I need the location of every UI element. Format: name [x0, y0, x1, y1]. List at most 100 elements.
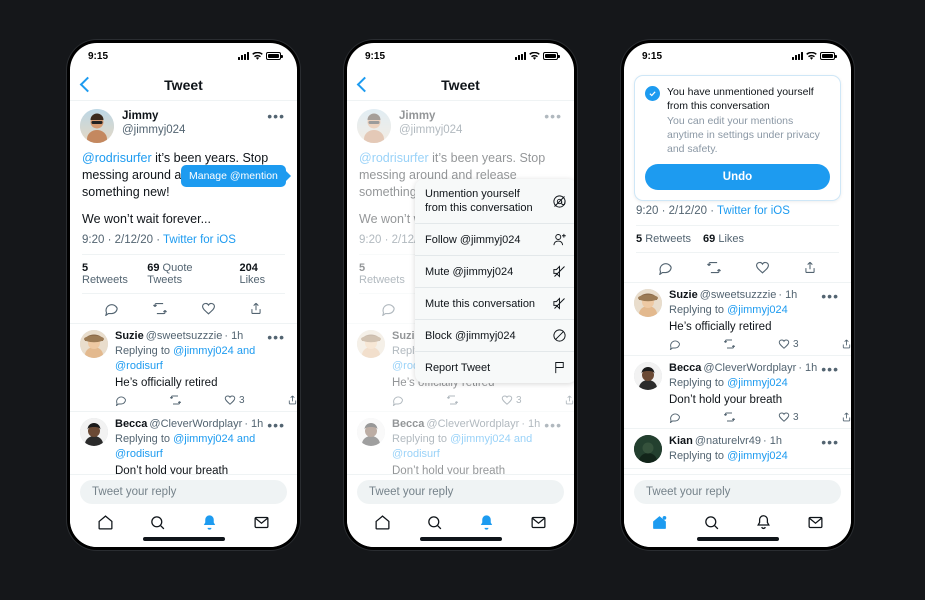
tweet-meta: 9:20 · 2/12/20 · Twitter for iOS	[82, 234, 236, 246]
avatar[interactable]	[80, 109, 114, 143]
undo-button[interactable]: Undo	[645, 164, 830, 190]
reply-input[interactable]: Tweet your reply	[634, 480, 841, 504]
reply-text: He’s officially retired	[115, 377, 218, 389]
unmention-confirmation-toast: You have unmentioned yourself from this …	[634, 75, 841, 201]
stat-retweets[interactable]: 5 Retweets	[82, 262, 135, 286]
share-icon[interactable]	[803, 260, 817, 275]
tweet-source[interactable]: Twitter for iOS	[717, 205, 790, 217]
author-handle: @jimmyj024	[122, 124, 186, 136]
avatar[interactable]	[634, 289, 662, 317]
reply-icon[interactable]	[669, 411, 681, 423]
avatar[interactable]	[634, 435, 662, 463]
like-icon[interactable]: 3	[778, 338, 799, 350]
tweet-stats: 5 Retweets 69 Quote Tweets 204 Likes	[82, 254, 285, 294]
reply-icon[interactable]	[658, 260, 673, 275]
reply-input[interactable]: Tweet your reply	[80, 480, 287, 504]
messages-envelope-icon[interactable]	[253, 514, 270, 531]
tweet-detail-scroll[interactable]: Manage @mention Jimmy @jimmyj024 ••• @ro…	[70, 101, 297, 474]
reply-composer[interactable]: Tweet your reply	[347, 474, 574, 508]
retweet-icon[interactable]	[152, 301, 168, 316]
list-item[interactable]: Suzie @sweetsuzzzie · 1h ••• Replying to…	[70, 324, 297, 412]
retweet-icon[interactable]	[723, 338, 736, 350]
avatar[interactable]	[80, 330, 108, 358]
reply-icon[interactable]	[669, 338, 681, 350]
home-indicator	[347, 533, 574, 547]
menu-item-follow[interactable]: Follow @jimmyj024	[415, 224, 574, 256]
toast-content: You have unmentioned yourself from this …	[645, 85, 830, 156]
stat-likes[interactable]: 204 Likes	[239, 262, 285, 286]
notifications-bell-icon[interactable]	[478, 514, 495, 531]
reply-overflow-menu-button[interactable]: •••	[819, 289, 841, 303]
share-icon[interactable]	[249, 301, 263, 316]
notifications-bell-icon[interactable]	[201, 514, 218, 531]
tweet-detail-scroll[interactable]: Jimmy @jimmyj024 ••• @rodrisurfer it’s b…	[347, 101, 574, 474]
phone-screen-1: 9:15 Tweet Manage @mention Jimmy @jimmyj…	[70, 43, 297, 547]
search-icon[interactable]	[149, 514, 166, 531]
status-bar: 9:15	[624, 43, 851, 69]
menu-item-mute-conversation[interactable]: Mute this conversation	[415, 288, 574, 320]
tweet-overflow-menu[interactable]: Unmention yourself from this conversatio…	[415, 179, 574, 383]
reply-icon[interactable]	[115, 394, 127, 406]
search-icon[interactable]	[426, 514, 443, 531]
share-icon[interactable]	[287, 394, 297, 406]
retweet-icon[interactable]	[706, 260, 722, 275]
mute-speaker-icon	[552, 296, 567, 311]
list-item[interactable]: Becca @CleverWordplayr · 1h ••• Replying…	[70, 412, 297, 474]
reply-overflow-menu-button[interactable]: •••	[819, 362, 841, 376]
list-item[interactable]: Kian @naturelvr49 · 1h ••• Replying to @…	[624, 429, 851, 469]
share-icon[interactable]	[841, 338, 851, 350]
home-indicator	[70, 533, 297, 547]
reply-overflow-menu-button[interactable]: •••	[819, 435, 841, 449]
manage-mention-callout[interactable]: Manage @mention	[181, 165, 291, 187]
retweet-icon[interactable]	[169, 394, 182, 406]
reply-author-name: Suzie	[669, 289, 698, 301]
notifications-bell-icon[interactable]	[755, 514, 772, 531]
tweet-mention-link[interactable]: @rodrisurfer	[82, 151, 152, 165]
stat-retweets[interactable]: 5 Retweets	[636, 233, 691, 245]
toast-subtitle: You can edit your mentions anytime in se…	[667, 115, 820, 155]
back-chevron-icon[interactable]	[356, 76, 373, 93]
reply-author-handle: @sweetsuzzzie	[145, 330, 223, 342]
tweet-overflow-menu-button[interactable]: •••	[265, 109, 287, 123]
menu-item-label: Mute this conversation	[425, 297, 536, 310]
messages-envelope-icon[interactable]	[807, 514, 824, 531]
tweet-detail-scroll[interactable]: You have unmentioned yourself from this …	[624, 69, 851, 474]
reply-composer[interactable]: Tweet your reply	[70, 474, 297, 508]
reply-input[interactable]: Tweet your reply	[357, 480, 564, 504]
reply-action-bar: 3	[115, 391, 296, 407]
stat-likes[interactable]: 69 Likes	[703, 233, 744, 245]
like-icon[interactable]	[755, 260, 770, 275]
menu-item-mute-user[interactable]: Mute @jimmyj024	[415, 256, 574, 288]
reply-composer[interactable]: Tweet your reply	[624, 474, 851, 508]
avatar[interactable]	[80, 418, 108, 446]
home-icon[interactable]	[374, 514, 391, 531]
stat-quote-tweets[interactable]: 69 Quote Tweets	[147, 262, 227, 286]
search-icon[interactable]	[703, 514, 720, 531]
menu-item-block[interactable]: Block @jimmyj024	[415, 320, 574, 352]
status-icons	[792, 51, 837, 61]
like-icon[interactable]	[201, 301, 216, 316]
phone-screen-3: 9:15 You have unmentioned yourself from …	[624, 43, 851, 547]
like-icon[interactable]: 3	[224, 394, 245, 406]
back-chevron-icon[interactable]	[79, 76, 96, 93]
menu-item-label: Mute @jimmyj024	[425, 265, 514, 278]
menu-item-unmention[interactable]: Unmention yourself from this conversatio…	[415, 179, 574, 224]
menu-item-report[interactable]: Report Tweet	[415, 352, 574, 383]
messages-envelope-icon[interactable]	[530, 514, 547, 531]
avatar[interactable]	[634, 362, 662, 390]
list-item[interactable]: Becca @CleverWordplayr · 1h ••• Replying…	[624, 356, 851, 429]
reply-overflow-menu-button[interactable]: •••	[265, 330, 287, 344]
tweet-source[interactable]: Twitter for iOS	[163, 234, 236, 246]
home-icon[interactable]	[97, 514, 114, 531]
battery-icon	[266, 52, 283, 60]
reply-text: Don’t hold your breath	[115, 465, 229, 474]
like-icon[interactable]: 3	[778, 411, 799, 423]
reply-icon[interactable]	[104, 301, 119, 316]
share-icon[interactable]	[841, 411, 851, 423]
retweet-icon[interactable]	[723, 411, 736, 423]
reply-overflow-menu-button[interactable]: •••	[265, 418, 287, 432]
menu-item-label: Block @jimmyj024	[425, 329, 516, 342]
menu-item-label: Follow @jimmyj024	[425, 233, 521, 246]
list-item[interactable]: Suzie @sweetsuzzzie · 1h ••• Replying to…	[624, 283, 851, 356]
home-icon[interactable]	[651, 514, 668, 531]
